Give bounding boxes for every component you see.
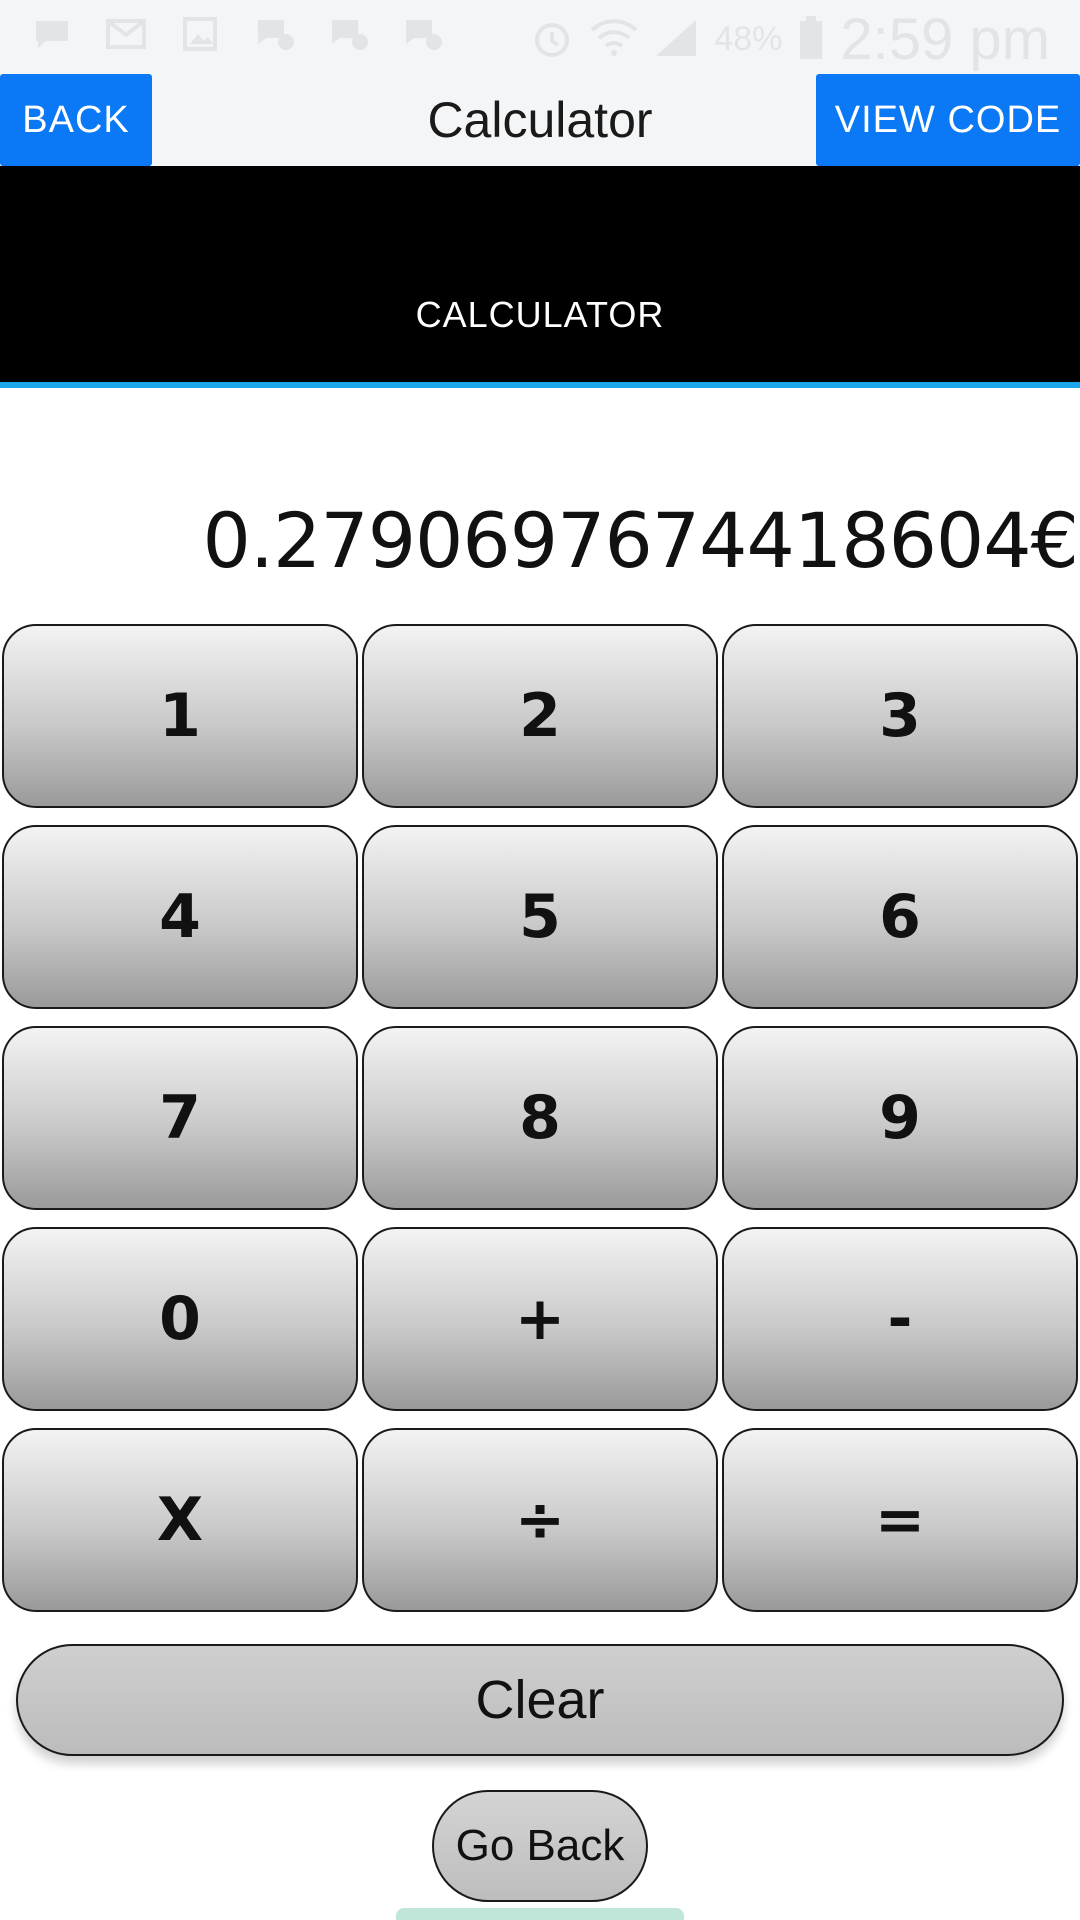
alarm-icon	[530, 16, 574, 64]
key-0[interactable]: 0	[2, 1227, 358, 1411]
status-bar: 48% 2:59 pm	[0, 0, 1080, 74]
key-3[interactable]: 3	[722, 624, 1078, 808]
partial-element	[396, 1908, 684, 1920]
notification-icons	[30, 14, 444, 54]
app-icon	[326, 14, 370, 54]
battery-percent: 48%	[714, 20, 783, 58]
clear-button[interactable]: Clear	[16, 1644, 1064, 1756]
clock: 2:59 pm	[840, 7, 1050, 72]
banner-title: CALCULATOR	[415, 294, 665, 335]
key-1[interactable]: 1	[2, 624, 358, 808]
key-4[interactable]: 4	[2, 825, 358, 1009]
mail-icon	[104, 14, 148, 54]
key-divide[interactable]: ÷	[362, 1428, 718, 1612]
app-icon	[252, 14, 296, 54]
key-5[interactable]: 5	[362, 825, 718, 1009]
key-6[interactable]: 6	[722, 825, 1078, 1009]
key-minus[interactable]: -	[722, 1227, 1078, 1411]
go-back-button[interactable]: Go Back	[432, 1790, 648, 1902]
app-icon	[400, 14, 444, 54]
calculator-banner: CALCULATOR	[0, 166, 1080, 388]
key-7[interactable]: 7	[2, 1026, 358, 1210]
image-icon	[178, 14, 222, 54]
calculator-screen: 48% 2:59 pm BACK Calculator VIEW CODE CA…	[0, 0, 1080, 1920]
chat-icon	[30, 14, 74, 54]
key-plus[interactable]: +	[362, 1227, 718, 1411]
key-2[interactable]: 2	[362, 624, 718, 808]
app-header: BACK Calculator VIEW CODE	[0, 74, 1080, 166]
signal-icon	[654, 18, 698, 62]
result-display: 0.2790697674418604€	[202, 496, 1079, 585]
wifi-icon	[590, 18, 638, 62]
key-equals[interactable]: =	[722, 1428, 1078, 1612]
battery-icon	[798, 15, 824, 64]
key-9[interactable]: 9	[722, 1026, 1078, 1210]
system-status: 48% 2:59 pm	[530, 6, 1050, 73]
key-multiply[interactable]: X	[2, 1428, 358, 1612]
key-8[interactable]: 8	[362, 1026, 718, 1210]
view-code-button[interactable]: VIEW CODE	[816, 74, 1080, 166]
